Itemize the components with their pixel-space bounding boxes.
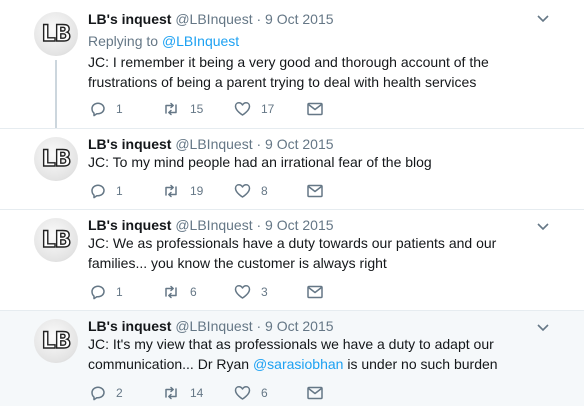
reply-icon [91, 184, 105, 199]
handle-and-date: @LBInquest · 9 Oct 2015 [175, 217, 334, 233]
envelope-icon [307, 102, 323, 116]
retweet-button[interactable]: 15 [162, 100, 203, 118]
like-button[interactable]: 3 [234, 283, 268, 301]
tweet-actions: 1 19 8 [88, 182, 348, 200]
handle-and-date: @LBInquest · 9 Oct 2015 [175, 11, 334, 27]
tweet[interactable]: LB LB's inquest @LBInquest · 9 Oct 2015 … [0, 129, 584, 209]
retweet-count: 6 [190, 285, 197, 299]
retweet-button[interactable]: 19 [162, 182, 203, 200]
display-name[interactable]: LB's inquest [88, 136, 171, 152]
envelope-icon [307, 386, 323, 400]
retweet-count: 19 [190, 184, 204, 198]
retweet-icon [165, 285, 177, 299]
tweet[interactable]: LB LB's inquest @LBInquest · 9 Oct 2015 … [0, 311, 584, 406]
reply-button[interactable]: 2 [90, 384, 123, 402]
tweet-header: LB's inquest @LBInquest · 9 Oct 2015 [88, 317, 334, 335]
like-count: 6 [261, 386, 268, 400]
envelope-icon [307, 285, 323, 299]
reply-icon [91, 285, 105, 300]
tweet-text: JC: We as professionals have a duty towa… [88, 235, 497, 271]
tweet-text: JC: I remember it being a very good and … [88, 54, 489, 90]
like-button[interactable]: 17 [234, 100, 274, 118]
reply-count: 2 [116, 386, 123, 400]
retweet-count: 15 [190, 102, 204, 116]
like-count: 8 [261, 184, 268, 198]
reply-button[interactable]: 1 [90, 283, 123, 301]
tweet-actions: 1 15 17 [88, 100, 348, 118]
chevron-down-icon[interactable] [536, 222, 550, 232]
reply-button[interactable]: 1 [90, 182, 123, 200]
retweet-button[interactable]: 6 [162, 283, 197, 301]
heart-icon [234, 285, 251, 299]
tweet-text: JC: It's my view that as professionals w… [88, 336, 498, 372]
avatar[interactable]: LB [34, 12, 78, 56]
avatar[interactable]: LB [34, 218, 78, 262]
avatar[interactable]: LB [34, 319, 78, 363]
retweet-icon [165, 184, 177, 198]
reply-icon [91, 386, 105, 401]
like-count: 17 [261, 102, 275, 116]
display-name[interactable]: LB's inquest [88, 318, 171, 334]
heart-icon [234, 102, 251, 116]
like-button[interactable]: 6 [234, 384, 268, 402]
retweet-icon [165, 386, 177, 400]
tweet-header: LB's inquest @LBInquest · 9 Oct 2015 [88, 10, 334, 28]
reply-button[interactable]: 1 [90, 100, 123, 118]
reply-icon [91, 102, 105, 117]
tweet-text: JC: To my mind people had an irrational … [88, 154, 432, 170]
tweet-actions: 1 6 3 [88, 283, 348, 301]
reply-count: 1 [116, 285, 123, 299]
thread-line [55, 60, 57, 128]
handle-and-date: @LBInquest · 9 Oct 2015 [175, 318, 334, 334]
dm-button[interactable] [306, 100, 324, 118]
reply-count: 1 [116, 102, 123, 116]
handle-and-date: @LBInquest · 9 Oct 2015 [175, 136, 334, 152]
chevron-down-icon[interactable] [536, 323, 550, 333]
chevron-down-icon[interactable] [536, 14, 550, 24]
mention-link[interactable]: @sarasiobhan [253, 356, 344, 372]
replying-to-handle[interactable]: @LBInquest [162, 33, 239, 49]
reply-count: 1 [116, 184, 123, 198]
display-name[interactable]: LB's inquest [88, 217, 171, 233]
heart-icon [234, 386, 251, 400]
display-name[interactable]: LB's inquest [88, 11, 171, 27]
tweet-header: LB's inquest @LBInquest · 9 Oct 2015 [88, 216, 334, 234]
tweet[interactable]: LB LB's inquest @LBInquest · 9 Oct 2015 … [0, 210, 584, 310]
like-count: 3 [261, 285, 268, 299]
dm-button[interactable] [306, 283, 324, 301]
tweet-header: LB's inquest @LBInquest · 9 Oct 2015 [88, 135, 334, 153]
envelope-icon [307, 184, 323, 198]
retweet-button[interactable]: 14 [162, 384, 203, 402]
replying-to: Replying to @LBInquest [88, 33, 240, 49]
like-button[interactable]: 8 [234, 182, 268, 200]
retweet-count: 14 [190, 386, 204, 400]
heart-icon [234, 184, 251, 198]
tweet[interactable]: LB LB's inquest @LBInquest · 9 Oct 2015 … [0, 0, 584, 128]
tweet-actions: 2 14 6 [88, 384, 348, 402]
retweet-icon [165, 102, 177, 116]
avatar[interactable]: LB [34, 137, 78, 181]
dm-button[interactable] [306, 384, 324, 402]
dm-button[interactable] [306, 182, 324, 200]
